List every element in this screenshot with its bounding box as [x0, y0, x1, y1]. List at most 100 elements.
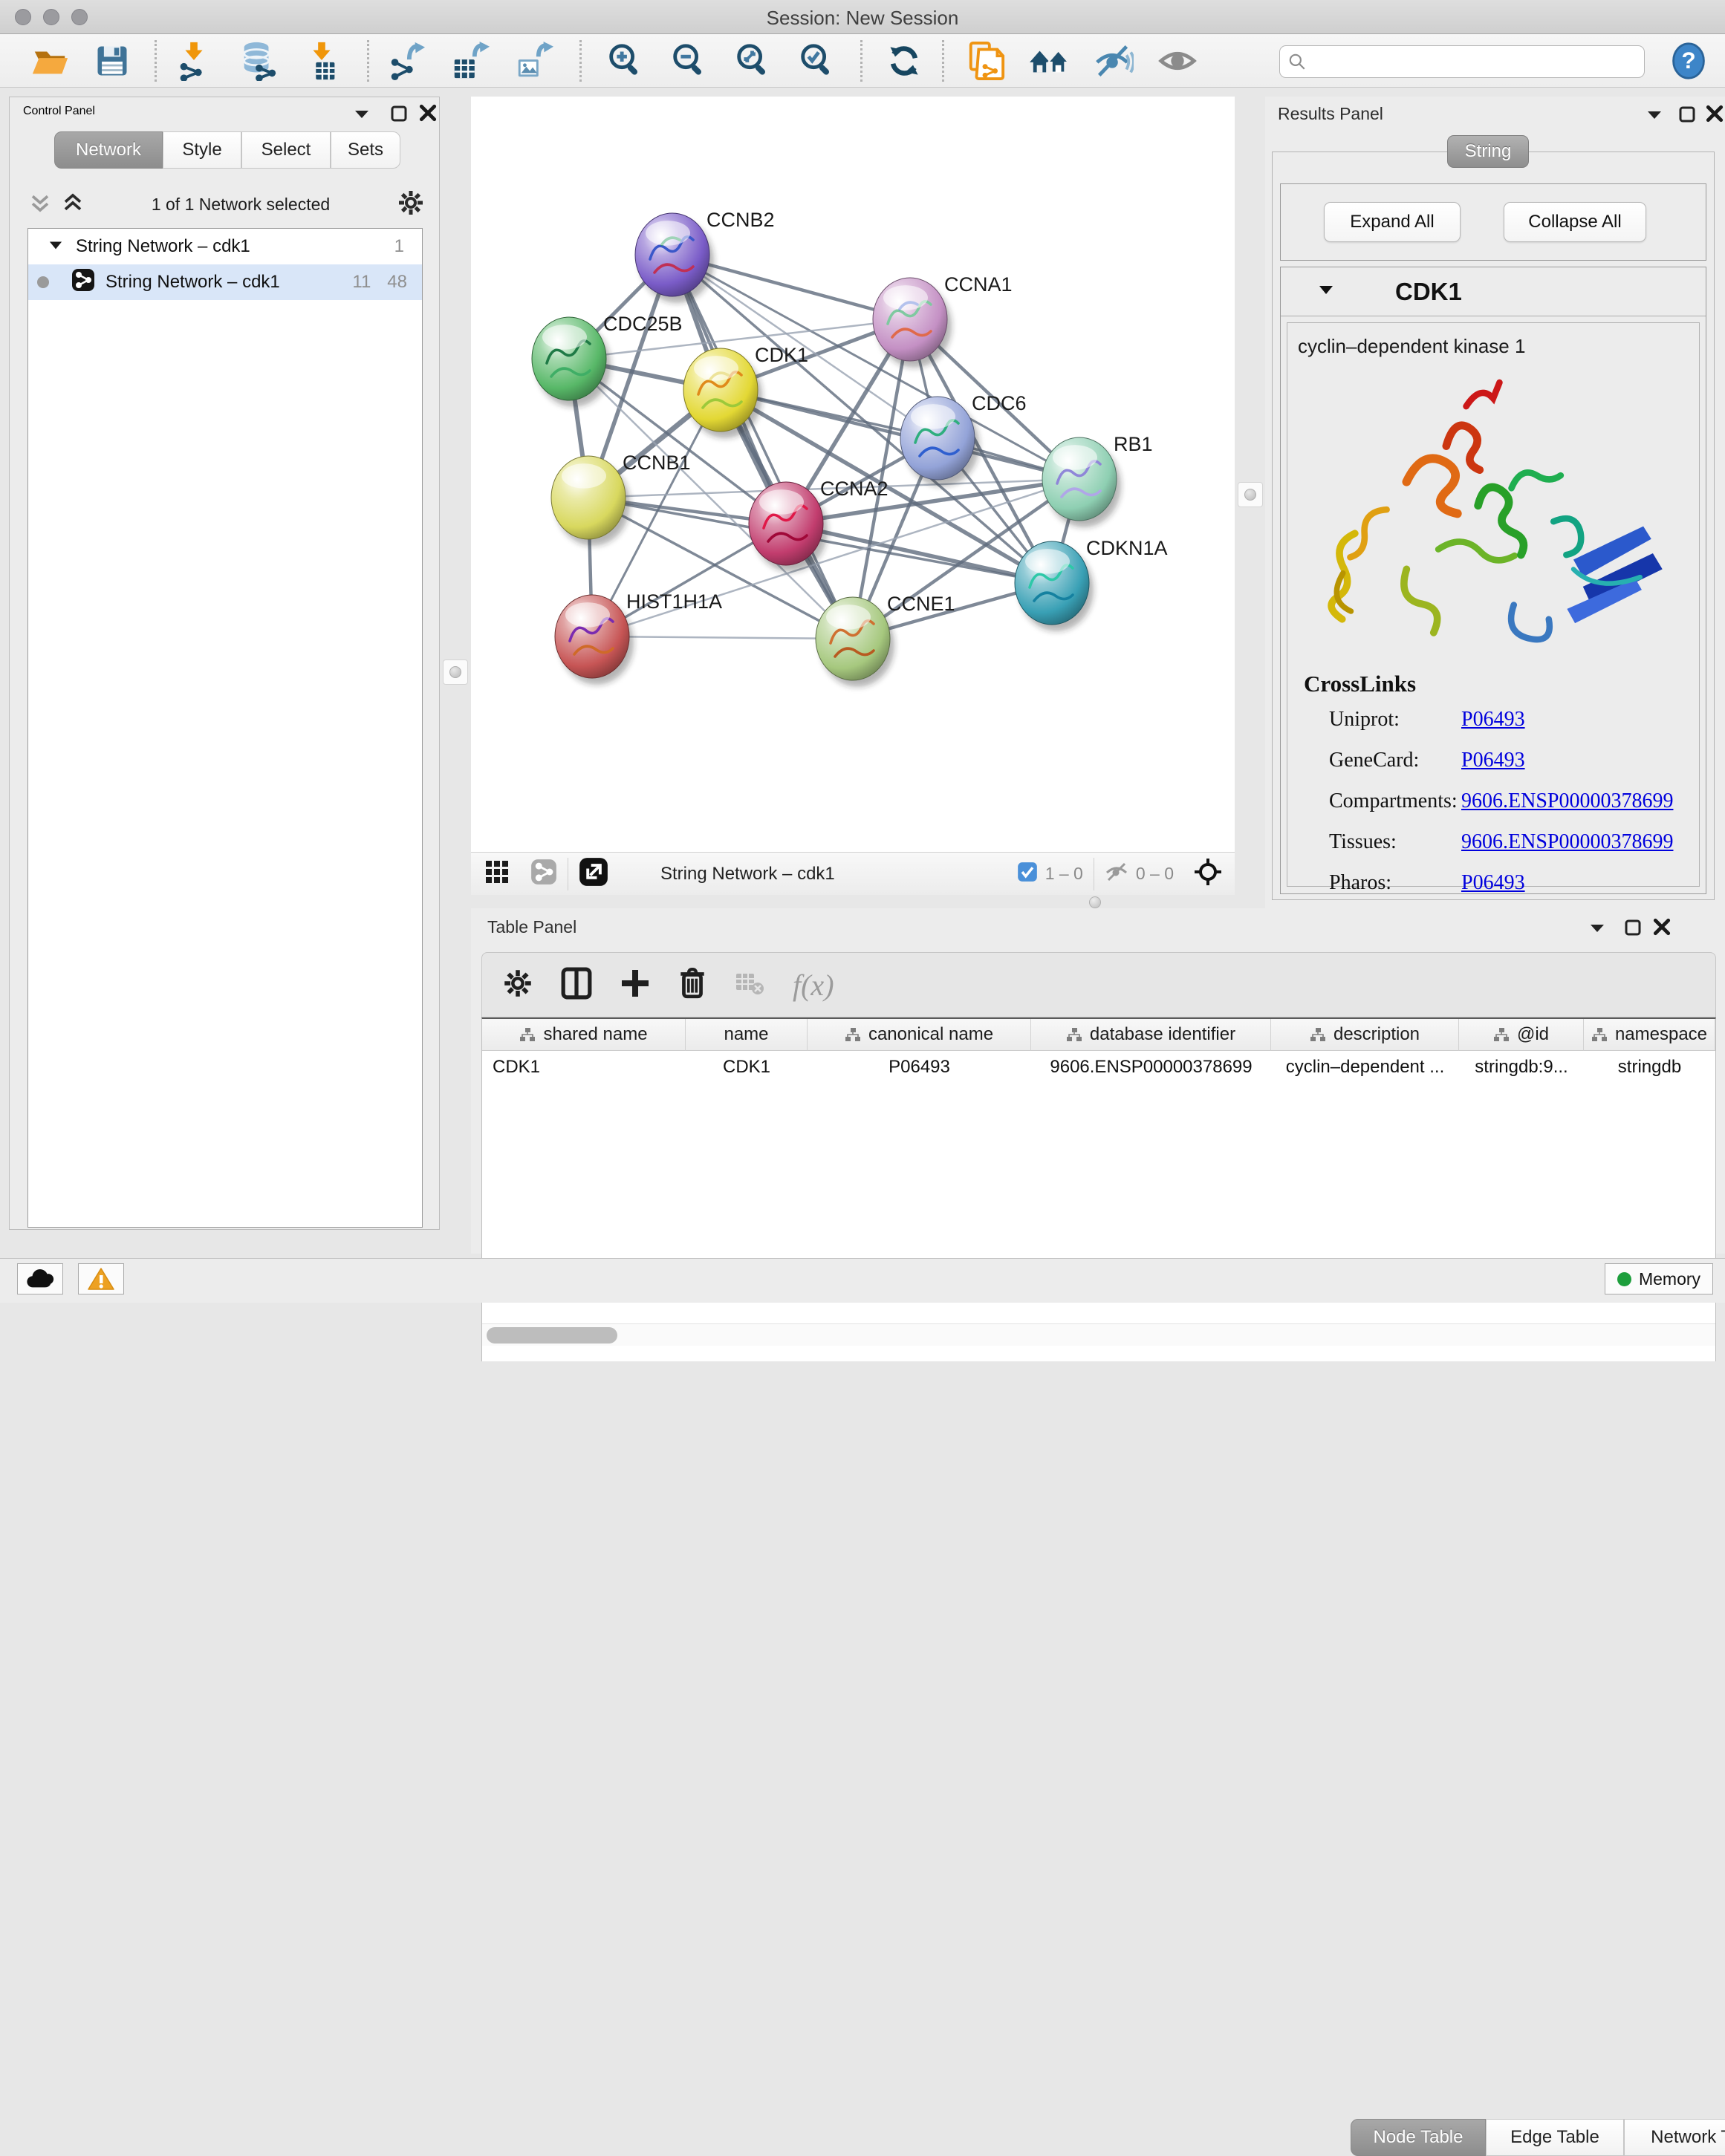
zoom-in-button[interactable] [603, 40, 646, 82]
toolbar-separator [579, 40, 582, 82]
node-CCNB1[interactable]: CCNB1 [551, 452, 691, 546]
export-image-button[interactable] [513, 40, 556, 82]
network-edge-count: 48 [387, 272, 407, 293]
node-label-CCNB1: CCNB1 [623, 452, 691, 474]
node-CCNB2[interactable]: CCNB2 [635, 209, 775, 303]
control-panel-float-icon[interactable] [390, 105, 408, 126]
node-CDC25B[interactable]: CDC25B [532, 313, 683, 407]
network-collection-row[interactable]: String Network – cdk1 1 [28, 229, 422, 264]
column-header-namespace[interactable]: namespace [1584, 1019, 1715, 1051]
refresh-button[interactable] [883, 40, 926, 82]
expand-collapse-box: Expand All Collapse All [1280, 183, 1706, 261]
column-header-@id[interactable]: @id [1459, 1019, 1584, 1051]
toolbar-separator [942, 40, 944, 82]
crosslink-value-link[interactable]: P06493 [1461, 871, 1525, 895]
import-table-button[interactable] [300, 40, 343, 82]
right-splitter-handle[interactable] [1238, 482, 1263, 507]
results-panel-collapse-icon[interactable] [1646, 107, 1663, 126]
tab-edge-table[interactable]: Edge Table [1486, 2119, 1624, 2156]
node-CDKN1A[interactable]: CDKN1A [1015, 537, 1168, 631]
network-options-gear-icon[interactable] [397, 189, 424, 220]
node-CDK1[interactable]: CDK1 [683, 344, 808, 438]
column-header-name[interactable]: name [686, 1019, 808, 1051]
selected-checkbox-icon[interactable] [1017, 862, 1038, 886]
detach-view-icon[interactable] [579, 857, 608, 890]
hidden-eye-icon[interactable] [1105, 860, 1128, 888]
node-CCNE1[interactable]: CCNE1 [816, 593, 955, 687]
export-table-button[interactable] [449, 40, 492, 82]
network-share-icon[interactable] [530, 859, 557, 889]
node-table[interactable]: shared namenamecanonical namedatabase id… [481, 1017, 1716, 1361]
cdk1-gene-name: CDK1 [1395, 278, 1462, 306]
tab-network-table[interactable]: Network Table [1624, 2119, 1725, 2156]
export-network-button[interactable] [385, 40, 428, 82]
birdseye-crosshair-icon[interactable] [1193, 857, 1223, 890]
horizontal-splitter-handle[interactable] [1089, 896, 1101, 908]
delete-column-trash-icon[interactable] [678, 967, 706, 1003]
column-header-canonical-name[interactable]: canonical name [808, 1019, 1031, 1051]
column-header-database-identifier[interactable]: database identifier [1031, 1019, 1271, 1051]
expand-all-networks-icon[interactable] [29, 192, 51, 218]
warnings-button[interactable] [78, 1263, 124, 1294]
copy-network-button[interactable] [964, 40, 1007, 82]
network-row[interactable]: String Network – cdk1 11 48 [28, 264, 422, 300]
tab-network[interactable]: Network [54, 131, 163, 169]
search-input[interactable] [1307, 52, 1626, 71]
tab-node-table[interactable]: Node Table [1351, 2119, 1486, 2156]
grid-view-icon[interactable] [484, 859, 510, 888]
column-header-description[interactable]: description [1271, 1019, 1459, 1051]
table-row[interactable]: CDK1CDK1P064939606.ENSP00000378699cyclin… [482, 1051, 1715, 1084]
table-panel-float-icon[interactable] [1624, 919, 1642, 940]
tab-string[interactable]: String [1447, 135, 1529, 168]
crosslink-value-link[interactable]: 9606.ENSP00000378699 [1461, 789, 1673, 813]
show-columns-icon[interactable] [561, 967, 592, 1003]
expand-all-button[interactable]: Expand All [1324, 202, 1461, 242]
open-session-button[interactable] [28, 40, 71, 82]
network-canvas[interactable]: CCNB2CCNA1CDC25BCDK1CDC6RB1CCNB1CCNA2CDK… [471, 97, 1235, 852]
scrollbar-thumb[interactable] [487, 1327, 617, 1344]
control-panel-collapse-icon[interactable] [353, 106, 372, 125]
table-panel-close-icon[interactable] [1652, 917, 1672, 940]
network-view-title: String Network – cdk1 [660, 864, 835, 885]
collection-expand-icon[interactable] [48, 236, 64, 257]
search-field[interactable] [1279, 45, 1645, 78]
results-panel-close-icon[interactable] [1705, 104, 1724, 127]
left-splitter-handle[interactable] [443, 659, 468, 685]
add-column-icon[interactable] [620, 968, 650, 1002]
save-session-button[interactable] [91, 40, 134, 82]
tab-select[interactable]: Select [241, 131, 331, 169]
node-label-CDC6: CDC6 [972, 392, 1027, 414]
column-header-shared-name[interactable]: shared name [482, 1019, 686, 1051]
crosslink-value-link[interactable]: 9606.ENSP00000378699 [1461, 830, 1673, 854]
tab-style[interactable]: Style [163, 131, 241, 169]
zoom-selected-button[interactable] [795, 40, 838, 82]
show-all-button[interactable] [1156, 40, 1199, 82]
crosslink-value-link[interactable]: P06493 [1461, 708, 1525, 732]
table-tabs: Node TableEdge TableNetwork Table [1351, 2119, 1725, 2156]
crosslink-value-link[interactable]: P06493 [1461, 749, 1525, 772]
toolbar-separator [155, 40, 157, 82]
zoom-out-button[interactable] [667, 40, 710, 82]
node-CCNA1[interactable]: CCNA1 [873, 273, 1013, 368]
collapse-all-networks-icon[interactable] [62, 192, 84, 218]
cdk1-collapse-icon[interactable] [1316, 282, 1336, 301]
control-panel-close-icon[interactable] [418, 103, 438, 126]
collapse-all-button[interactable]: Collapse All [1504, 202, 1646, 242]
cloud-button[interactable] [17, 1263, 63, 1294]
node-RB1[interactable]: RB1 [1042, 433, 1153, 527]
string-results-container: Expand All Collapse All CDK1 cyclin–depe… [1272, 152, 1715, 900]
string-network-graph[interactable]: CCNB2CCNA1CDC25BCDK1CDC6RB1CCNB1CCNA2CDK… [471, 97, 1235, 852]
first-neighbors-button[interactable] [1028, 40, 1071, 82]
cdk1-header-row[interactable]: CDK1 [1281, 267, 1706, 316]
results-panel-float-icon[interactable] [1678, 105, 1696, 127]
table-options-gear-icon[interactable] [503, 968, 533, 1002]
table-panel-collapse-icon[interactable] [1588, 920, 1606, 939]
import-network-button[interactable] [172, 40, 215, 82]
horizontal-scrollbar[interactable] [482, 1323, 1715, 1346]
zoom-fit-button[interactable] [731, 40, 774, 82]
hide-selected-button[interactable] [1092, 40, 1135, 82]
memory-button[interactable]: Memory [1605, 1263, 1713, 1294]
tab-sets[interactable]: Sets [331, 131, 400, 169]
import-network-from-database-button[interactable] [236, 40, 279, 82]
help-button[interactable]: ? [1667, 40, 1710, 82]
